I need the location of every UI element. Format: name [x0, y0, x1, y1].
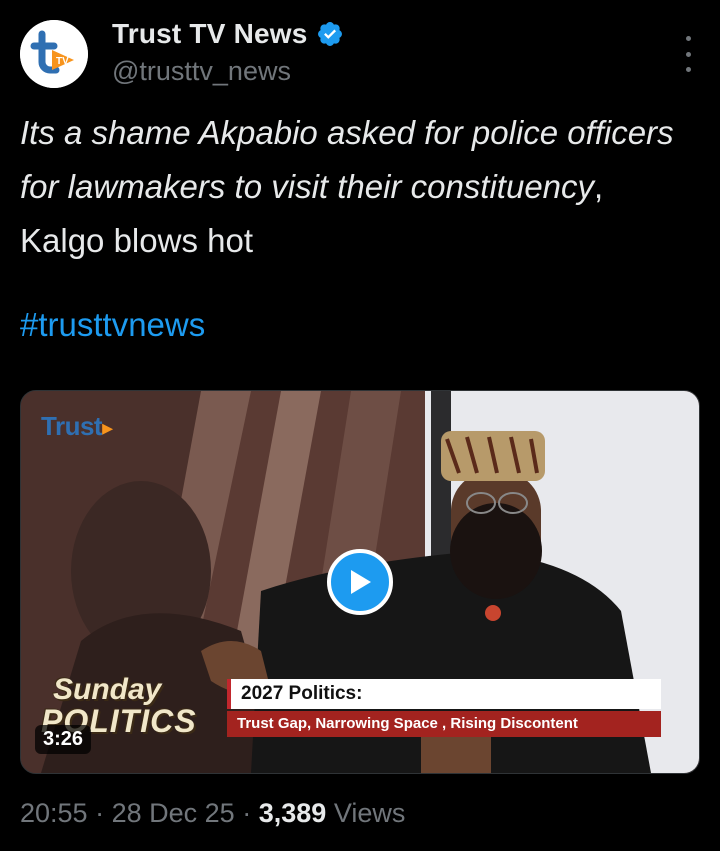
lower-third: 2027 Politics: Trust Gap, Narrowing Spac… — [227, 679, 661, 737]
svg-text:TV: TV — [56, 56, 69, 67]
meta-separator: · — [95, 798, 105, 828]
channel-watermark: Trust▸ — [41, 411, 113, 442]
tweet-time[interactable]: 20:55 — [20, 798, 88, 828]
lower-third-title: 2027 Politics: — [227, 679, 661, 709]
avatar[interactable]: TV — [20, 20, 88, 88]
hashtag-link[interactable]: #trusttvnews — [20, 306, 205, 344]
show-title-line1: Sunday — [53, 673, 162, 706]
play-button[interactable] — [327, 549, 393, 615]
account-handle[interactable]: @trusttv_news — [112, 56, 291, 87]
tweet-text: Its a shame Akpabio asked for police off… — [20, 106, 690, 268]
views-label: Views — [333, 798, 406, 828]
lower-third-subtitle: Trust Gap, Narrowing Space , Rising Disc… — [227, 711, 661, 737]
channel-watermark-text: Trust — [41, 411, 103, 441]
tweet-header: TV Trust TV News @trusttv_news — [20, 14, 700, 94]
tweet-meta: 20:55 · 28 Dec 25 · 3,389 Views — [20, 798, 405, 829]
watermark-arrow-icon: ▸ — [102, 415, 113, 440]
video-duration-badge: 3:26 — [35, 725, 92, 754]
more-dot — [685, 67, 691, 72]
more-options-icon[interactable] — [680, 36, 696, 72]
more-dot — [685, 51, 691, 57]
tweet-text-italic: Its a shame Akpabio asked for police off… — [20, 114, 674, 205]
trust-tv-logo-icon: TV — [20, 20, 88, 88]
tweet-date[interactable]: 28 Dec 25 — [112, 798, 235, 828]
play-icon — [351, 570, 371, 594]
video-player[interactable]: Trust▸ Sunday POLITICS 2027 Politics: Tr… — [20, 390, 700, 774]
verified-badge-icon — [317, 22, 342, 46]
meta-separator: · — [242, 798, 252, 828]
views-count: 3,389 — [258, 798, 327, 828]
more-dot — [685, 36, 691, 41]
name-row: Trust TV News — [112, 18, 344, 50]
account-name[interactable]: Trust TV News — [112, 18, 308, 50]
